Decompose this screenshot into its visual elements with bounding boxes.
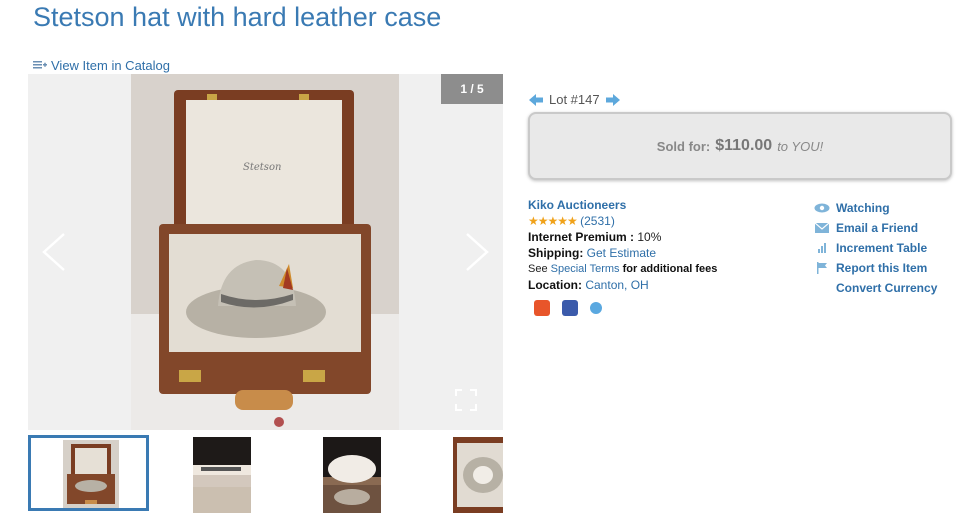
item-actions: Watching Email a Friend Increment Table … (814, 198, 937, 298)
main-item-photo (131, 74, 399, 430)
previous-image-arrow-icon[interactable] (40, 232, 68, 277)
payment-badge-icon (534, 300, 550, 316)
shipping-label: Shipping: (528, 246, 584, 260)
location-label: Location: (528, 278, 582, 292)
increment-table-label: Increment Table (836, 241, 928, 255)
next-lot-arrow-icon[interactable] (605, 93, 620, 106)
image-viewer[interactable]: Stetson 1 / 5 (28, 74, 503, 430)
convert-currency-action[interactable]: Convert Currency (814, 278, 937, 298)
support-badge-icon (590, 302, 602, 314)
trust-badge-icon (562, 300, 578, 316)
sold-price-panel: Sold for: $110.00 to YOU! (528, 112, 952, 180)
sold-label: Sold for: (656, 138, 711, 154)
get-estimate-link[interactable]: Get Estimate (587, 246, 656, 260)
envelope-icon (814, 223, 830, 233)
view-item-in-catalog-link[interactable]: View Item in Catalog (33, 58, 170, 73)
catalog-list-icon (33, 60, 47, 71)
report-item-label: Report this Item (836, 261, 928, 275)
previous-lot-arrow-icon[interactable] (529, 93, 543, 106)
report-item-action[interactable]: Report this Item (814, 258, 937, 278)
special-terms-link[interactable]: Special Terms (551, 263, 620, 275)
watching-label: Watching (836, 201, 890, 215)
email-friend-label: Email a Friend (836, 221, 919, 235)
increment-table-action[interactable]: Increment Table (814, 238, 937, 258)
auctioneer-name-link[interactable]: Kiko Auctioneers (528, 198, 626, 212)
rating-stars-icon[interactable]: ★★★★★ (528, 214, 578, 228)
watching-action[interactable]: Watching (814, 198, 937, 218)
thumbnail-3[interactable] (323, 437, 381, 513)
thumbnail-strip (28, 435, 503, 517)
eye-icon (814, 203, 830, 213)
fullscreen-expand-icon[interactable] (455, 389, 477, 416)
thumbnail-4[interactable] (453, 437, 503, 513)
thumbnail-2[interactable] (193, 437, 251, 513)
page-title: Stetson hat with hard leather case (33, 2, 442, 32)
terms-prefix: See (528, 263, 548, 275)
catalog-link-label: View Item in Catalog (51, 58, 170, 73)
rating-count[interactable]: (2531) (580, 214, 615, 228)
flag-icon (814, 262, 830, 274)
terms-suffix: for additional fees (622, 263, 718, 275)
convert-currency-label: Convert Currency (836, 281, 938, 295)
bar-chart-icon (814, 243, 830, 253)
lot-number: Lot #147 (549, 92, 600, 107)
location-value-link[interactable]: Canton, OH (585, 278, 648, 292)
case-brand-script: Stetson (243, 162, 282, 173)
payment-badges (534, 300, 602, 316)
internet-premium-label: Internet Premium : (528, 230, 635, 244)
seller-info: Kiko Auctioneers ★★★★★ (2531) Internet P… (528, 197, 717, 293)
image-counter: 1 / 5 (441, 74, 503, 104)
email-friend-action[interactable]: Email a Friend (814, 218, 937, 238)
sold-suffix: to YOU! (777, 138, 824, 154)
next-image-arrow-icon[interactable] (463, 232, 491, 277)
internet-premium-value: 10% (637, 230, 662, 244)
lot-navigation: Lot #147 (529, 92, 620, 107)
sold-price: $110.00 (715, 137, 773, 154)
thumbnail-1[interactable] (28, 435, 149, 511)
